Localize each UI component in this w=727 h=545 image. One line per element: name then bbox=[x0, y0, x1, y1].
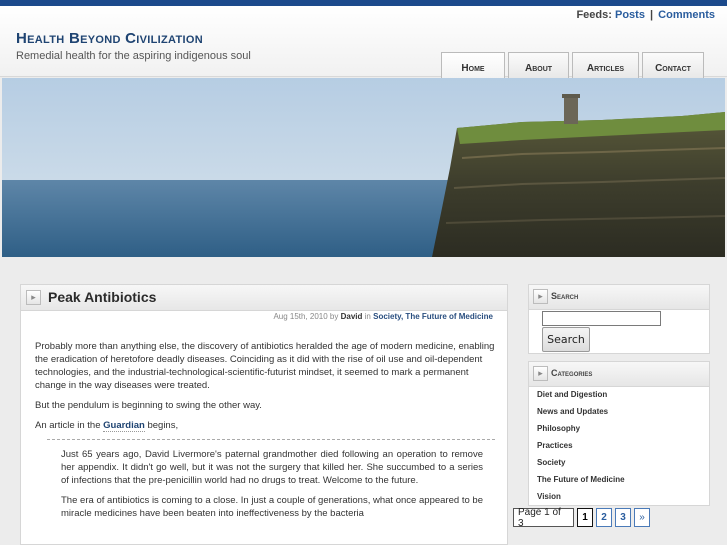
arrow-right-icon: ▸ bbox=[26, 290, 41, 305]
feeds-separator: | bbox=[650, 9, 654, 21]
next-page-button[interactable]: » bbox=[634, 508, 650, 527]
post-paragraph: Probably more than anything else, the di… bbox=[35, 341, 495, 391]
post-categories[interactable]: Society, The Future of Medicine bbox=[373, 312, 493, 321]
post-panel: ▸ Peak Antibiotics Aug 15th, 2010 by Dav… bbox=[20, 284, 508, 545]
search-widget-header: ▸ Search bbox=[529, 285, 709, 310]
post-paragraph: An article in the Guardian begins, bbox=[35, 419, 495, 432]
categories-list: Diet and Digestion News and Updates Phil… bbox=[537, 386, 625, 505]
search-widget-title: Search bbox=[551, 291, 579, 301]
post-meta: Aug 15th, 2010 by David in Society, The … bbox=[273, 312, 493, 321]
category-link[interactable]: Society bbox=[537, 454, 625, 471]
feeds-links: Feeds: Posts | Comments bbox=[576, 9, 715, 21]
search-input[interactable] bbox=[542, 311, 661, 326]
page-link-2[interactable]: 2 bbox=[596, 508, 612, 527]
posts-feed-link[interactable]: Posts bbox=[615, 9, 645, 21]
blockquote: Just 65 years ago, David Livermore's pat… bbox=[47, 439, 495, 520]
post-author[interactable]: David bbox=[341, 312, 363, 321]
header-banner-image bbox=[2, 78, 725, 257]
quote-paragraph: The era of antibiotics is coming to a cl… bbox=[61, 495, 483, 519]
post-content: Probably more than anything else, the di… bbox=[35, 340, 495, 527]
post-paragraph: But the pendulum is beginning to swing t… bbox=[35, 400, 262, 411]
post-title[interactable]: Peak Antibiotics bbox=[48, 289, 156, 305]
article-intro-text: An article in the bbox=[35, 420, 101, 431]
site-title[interactable]: Health Beyond Civilization bbox=[16, 30, 203, 47]
categories-widget-title: Categories bbox=[551, 368, 593, 378]
current-page: 1 bbox=[577, 508, 593, 527]
category-link[interactable]: Vision bbox=[537, 488, 625, 505]
search-widget: ▸ Search Search bbox=[528, 284, 710, 354]
comments-feed-link[interactable]: Comments bbox=[658, 9, 715, 21]
pagination: Page 1 of 3 1 2 3 » bbox=[513, 507, 650, 529]
category-link[interactable]: Diet and Digestion bbox=[537, 386, 625, 403]
category-link[interactable]: News and Updates bbox=[537, 403, 625, 420]
site-tagline: Remedial health for the aspiring indigen… bbox=[16, 50, 251, 62]
feeds-label: Feeds: bbox=[576, 9, 612, 21]
categories-widget-header: ▸ Categories bbox=[529, 362, 709, 387]
category-link[interactable]: The Future of Medicine bbox=[537, 471, 625, 488]
categories-widget: ▸ Categories Diet and Digestion News and… bbox=[528, 361, 710, 506]
arrow-right-icon: ▸ bbox=[533, 289, 548, 304]
search-button[interactable]: Search bbox=[542, 327, 590, 352]
arrow-right-icon: ▸ bbox=[533, 366, 548, 381]
post-header: ▸ Peak Antibiotics bbox=[21, 285, 507, 311]
page-info: Page 1 of 3 bbox=[513, 507, 574, 529]
category-link[interactable]: Practices bbox=[537, 437, 625, 454]
article-intro-end: begins, bbox=[147, 420, 179, 431]
quote-paragraph: Just 65 years ago, David Livermore's pat… bbox=[61, 449, 483, 486]
guardian-link[interactable]: Guardian bbox=[103, 420, 145, 432]
post-in-label: in bbox=[364, 312, 371, 321]
category-link[interactable]: Philosophy bbox=[537, 420, 625, 437]
site-header: Feeds: Posts | Comments Health Beyond Ci… bbox=[0, 6, 727, 83]
post-date: Aug 15th, 2010 by bbox=[273, 312, 339, 321]
page-link-3[interactable]: 3 bbox=[615, 508, 631, 527]
